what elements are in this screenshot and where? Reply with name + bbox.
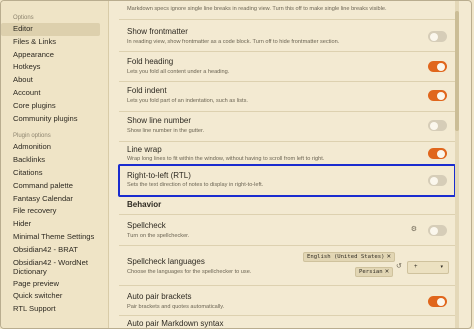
sidebar-item-files-links[interactable]: Files & Links (1, 36, 108, 49)
sidebar-item-hider[interactable]: Hider (1, 218, 108, 231)
setting-name: Spellcheck (127, 221, 166, 230)
sidebar-item-file-recovery[interactable]: File recovery (1, 205, 108, 218)
sidebar-item-editor[interactable]: Editor (1, 23, 100, 36)
sidebar-item-hotkeys[interactable]: Hotkeys (1, 61, 108, 74)
setting-description: Choose the languages for the spellchecke… (127, 269, 252, 275)
sidebar-item-quick-switcher[interactable]: Quick switcher (1, 290, 108, 303)
sidebar-item-core-plugins[interactable]: Core plugins (1, 100, 108, 113)
sidebar-item-account[interactable]: Account (1, 87, 108, 100)
behavior-heading: Behavior (127, 200, 162, 209)
setting-name: Show line number (127, 116, 192, 125)
setting-fold-heading: Fold heading Lets you fold all content u… (119, 51, 455, 82)
options-heading: Options (13, 15, 34, 21)
remove-language-icon[interactable]: ✕ (385, 269, 390, 275)
setting-name: Show frontmatter (127, 27, 188, 36)
fold-heading-toggle[interactable] (428, 61, 447, 72)
sidebar-item-citations[interactable]: Citations (1, 167, 108, 180)
show-line-number-toggle[interactable] (428, 120, 447, 131)
language-label: Persian (359, 269, 383, 275)
sidebar-item-community-plugins[interactable]: Community plugins (1, 113, 108, 126)
setting-name: Auto pair Markdown syntax (127, 319, 224, 328)
setting-spellcheck: Spellcheck Turn on the spellchecker. ⚙ (119, 214, 455, 246)
sidebar-item-admonition[interactable]: Admonition (1, 141, 108, 154)
chevron-down-icon: ▾ (440, 264, 443, 270)
sidebar-item-brat[interactable]: Obsidian42 - BRAT (1, 244, 108, 257)
setting-spellcheck-languages: Spellcheck languages Choose the language… (119, 245, 455, 286)
setting-description: Wrap long lines to fit within the window… (127, 156, 325, 162)
sidebar-item-command-palette[interactable]: Command palette (1, 180, 108, 193)
setting-show-line-number: Show line number Show line number in the… (119, 111, 455, 142)
fold-indent-toggle[interactable] (428, 90, 447, 101)
sidebar-item-appearance[interactable]: Appearance (1, 49, 108, 62)
spellcheck-toggle[interactable] (428, 225, 447, 236)
settings-content: Markdown specs ignore single line breaks… (109, 1, 463, 328)
setting-name: Spellcheck languages (127, 257, 205, 266)
markdown-note-row: Markdown specs ignore single line breaks… (119, 1, 455, 19)
setting-fold-indent: Fold indent Lets you fold part of an ind… (119, 81, 455, 112)
language-label: English (United States) (307, 254, 385, 260)
setting-auto-pair-brackets: Auto pair brackets Pair brackets and quo… (119, 285, 455, 316)
setting-name: Line wrap (127, 145, 162, 154)
setting-show-frontmatter: Show frontmatter In reading view, show f… (119, 19, 455, 52)
setting-name: Fold indent (127, 86, 167, 95)
setting-auto-pair-markdown: Auto pair Markdown syntax (119, 315, 455, 328)
setting-description: In reading view, show frontmatter as a c… (127, 39, 340, 45)
sidebar-item-fantasy-calendar[interactable]: Fantasy Calendar (1, 193, 108, 206)
reset-icon[interactable]: ↺ (396, 262, 402, 270)
markdown-note-text: Markdown specs ignore single line breaks… (127, 6, 387, 12)
add-language-dropdown[interactable]: + ▾ (407, 261, 449, 274)
settings-window: Options Editor Files & Links Appearance … (0, 0, 472, 329)
setting-description: Turn on the spellchecker. (127, 233, 190, 239)
sidebar-item-page-preview[interactable]: Page preview (1, 278, 108, 291)
auto-pair-brackets-toggle[interactable] (428, 296, 447, 307)
show-frontmatter-toggle[interactable] (428, 31, 447, 42)
content-scrollbar[interactable] (455, 1, 459, 328)
setting-description: Lets you fold all content under a headin… (127, 69, 230, 75)
language-chip-english: English (United States) ✕ (303, 252, 396, 262)
setting-description: Lets you fold part of an indentation, su… (127, 98, 248, 104)
sidebar-item-about[interactable]: About (1, 74, 108, 87)
gear-icon[interactable]: ⚙ (411, 225, 417, 233)
sidebar-item-minimal-theme-settings[interactable]: Minimal Theme Settings (1, 231, 108, 244)
setting-description: Show line number in the gutter. (127, 128, 205, 134)
sidebar-item-backlinks[interactable]: Backlinks (1, 154, 108, 167)
plugin-options-heading: Plugin options (13, 133, 51, 140)
sidebar-item-rtl-support[interactable]: RTL Support (1, 303, 108, 316)
rtl-highlight-box (118, 164, 456, 197)
settings-sidebar: Options Editor Files & Links Appearance … (1, 1, 109, 328)
add-language-label: + (414, 264, 418, 270)
setting-line-wrap: Line wrap Wrap long lines to fit within … (119, 141, 455, 166)
setting-name: Fold heading (127, 57, 174, 66)
language-chip-persian: Persian ✕ (355, 267, 394, 277)
line-wrap-toggle[interactable] (428, 148, 447, 159)
setting-description: Pair brackets and quotes automatically. (127, 304, 225, 310)
sidebar-item-wordnet-dictionary[interactable]: Obsidian42 - WordNet Dictionary (1, 257, 98, 278)
setting-name: Auto pair brackets (127, 292, 192, 301)
remove-language-icon[interactable]: ✕ (386, 254, 391, 260)
